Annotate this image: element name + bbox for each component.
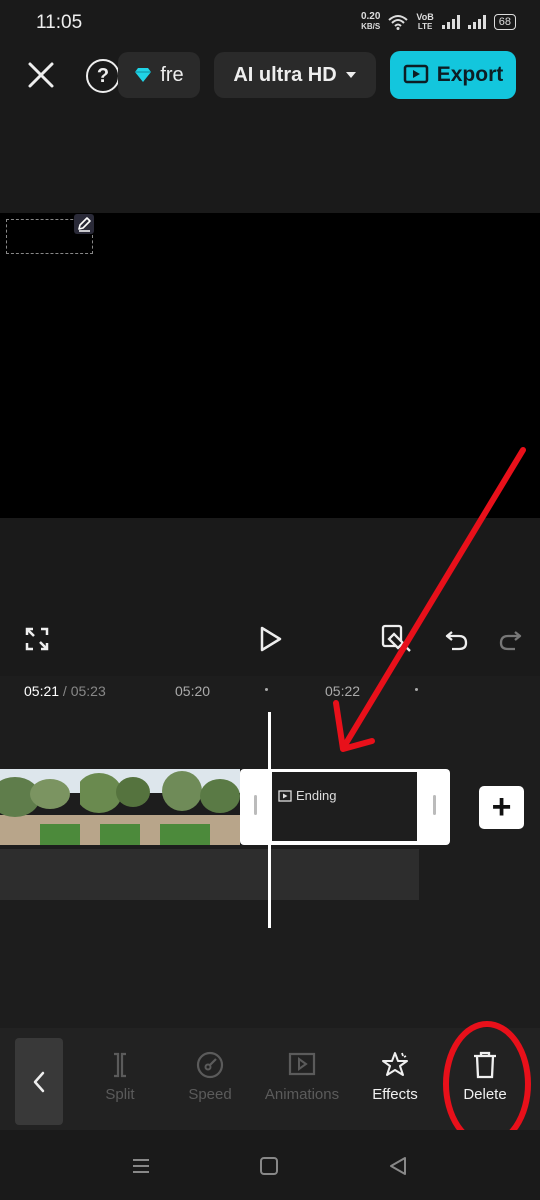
ruler-mark: 05:20 bbox=[175, 683, 211, 699]
back-triangle-icon[interactable] bbox=[388, 1156, 408, 1176]
split-button[interactable]: Split bbox=[74, 1050, 166, 1103]
menu-icon[interactable] bbox=[132, 1157, 150, 1175]
caret-down-icon bbox=[345, 72, 356, 78]
quality-dropdown[interactable]: AI ultra HD bbox=[214, 52, 376, 98]
speed-label: Speed bbox=[188, 1086, 232, 1103]
current-time: 05:21 bbox=[24, 683, 60, 699]
ruler-mark: 05:22 bbox=[325, 683, 361, 699]
battery-indicator: 68 bbox=[493, 14, 516, 30]
pro-label: fre bbox=[160, 63, 184, 86]
undo-icon[interactable] bbox=[444, 626, 470, 652]
audio-track[interactable] bbox=[0, 849, 419, 900]
speed-button[interactable]: Speed bbox=[164, 1050, 256, 1103]
split-icon bbox=[114, 1052, 126, 1078]
wifi-icon bbox=[388, 15, 409, 30]
network-speed-value: 0.20 bbox=[360, 11, 381, 22]
trim-handle-left[interactable] bbox=[254, 795, 257, 815]
keyframe-icon[interactable] bbox=[380, 623, 414, 657]
play-icon[interactable] bbox=[258, 625, 284, 653]
status-time: 11:05 bbox=[36, 12, 83, 33]
clip-thumbnail bbox=[80, 769, 160, 845]
ending-clip-label: Ending bbox=[278, 788, 336, 803]
effects-button[interactable]: Effects bbox=[349, 1050, 441, 1103]
signal-icon-2 bbox=[467, 15, 486, 29]
network-speed-unit: KB/S bbox=[361, 22, 381, 31]
ruler-dot bbox=[415, 688, 418, 691]
edit-pen-icon[interactable] bbox=[74, 214, 94, 234]
animations-label: Animations bbox=[264, 1086, 340, 1103]
export-icon bbox=[403, 64, 428, 84]
redo-icon[interactable] bbox=[497, 626, 523, 652]
network-speed: 0.20 KB/S bbox=[361, 12, 380, 32]
signal-icon-1 bbox=[441, 15, 460, 29]
toolbar-back-button[interactable] bbox=[15, 1038, 63, 1125]
split-label: Split bbox=[105, 1086, 135, 1103]
trim-handle-right[interactable] bbox=[433, 795, 436, 815]
add-clip-button[interactable]: + bbox=[479, 786, 524, 829]
export-button[interactable]: Export bbox=[390, 51, 516, 99]
close-button[interactable] bbox=[24, 58, 58, 92]
ruler-dot bbox=[265, 688, 268, 691]
export-label: Export bbox=[436, 63, 504, 86]
help-button[interactable]: ? bbox=[86, 59, 120, 93]
volte-top: VoB bbox=[416, 12, 434, 22]
video-clip[interactable] bbox=[0, 769, 240, 845]
animations-icon bbox=[288, 1052, 316, 1076]
animations-button[interactable]: Animations bbox=[256, 1050, 348, 1103]
volte-bottom: LTE bbox=[417, 22, 433, 31]
clip-thumbnail bbox=[0, 769, 80, 845]
ending-label-text: Ending bbox=[296, 788, 337, 803]
effects-label: Effects bbox=[372, 1086, 418, 1103]
status-icons: 0.20 KB/S VoB LTE 68 bbox=[361, 12, 516, 32]
speed-icon bbox=[196, 1051, 224, 1079]
playhead[interactable] bbox=[268, 712, 271, 928]
video-preview[interactable] bbox=[0, 213, 540, 518]
diamond-icon bbox=[135, 68, 152, 82]
clip-thumbnail bbox=[160, 769, 240, 845]
time-readout: 05:21 / 05:23 bbox=[24, 683, 106, 699]
ending-clip-body bbox=[272, 772, 417, 841]
effects-icon bbox=[382, 1052, 408, 1076]
video-icon bbox=[278, 789, 292, 802]
time-separator: / bbox=[59, 683, 71, 699]
home-icon[interactable] bbox=[260, 1157, 278, 1175]
fullscreen-icon[interactable] bbox=[25, 627, 49, 651]
volte-indicator: VoB LTE bbox=[416, 12, 433, 32]
total-time: 05:23 bbox=[70, 683, 106, 699]
quality-label: AI ultra HD bbox=[233, 63, 337, 86]
chevron-left-icon bbox=[33, 1071, 45, 1092]
pro-button[interactable]: fre bbox=[118, 52, 200, 98]
